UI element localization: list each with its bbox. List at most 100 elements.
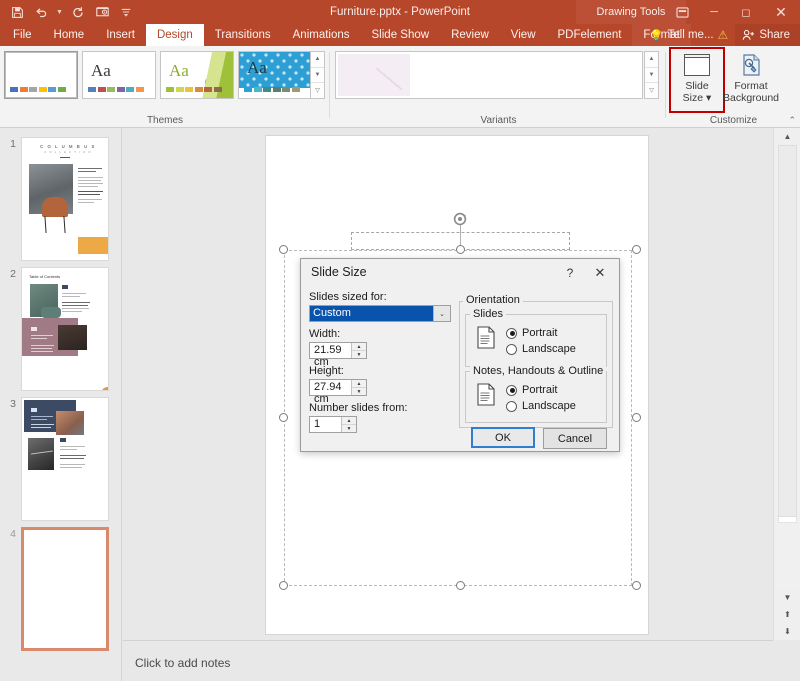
customize-qat-icon[interactable] [115, 2, 137, 22]
resize-handle-bottom-right[interactable] [632, 581, 641, 590]
height-value[interactable]: 27.94 cm [310, 380, 351, 405]
resize-handle-bottom-left[interactable] [279, 581, 288, 590]
cancel-button[interactable]: Cancel [543, 428, 607, 449]
radio-slides-landscape[interactable] [506, 343, 517, 355]
thumbnail-slide-3[interactable]: 3 [4, 397, 109, 521]
notes-landscape-option[interactable]: Landscape [506, 400, 576, 412]
vertical-scrollbar[interactable]: ▲ ▼ ⬆ ⬇ [773, 128, 800, 640]
notes-placeholder[interactable]: Click to add notes [135, 656, 230, 670]
variants-scroll-up-icon[interactable]: ▲ [645, 52, 658, 68]
theme-preview-text: Aa [169, 61, 189, 80]
theme-swatches [10, 87, 66, 92]
resize-handle-top-left[interactable] [279, 245, 288, 254]
variants-scroll-down-icon[interactable]: ▼ [645, 68, 658, 84]
redo-icon[interactable] [67, 2, 89, 22]
tab-slide-show[interactable]: Slide Show [361, 24, 441, 46]
width-value[interactable]: 21.59 cm [310, 343, 351, 368]
scroll-thumb[interactable] [778, 145, 797, 517]
notes-portrait-option[interactable]: Portrait [506, 384, 557, 396]
variants-gallery[interactable] [335, 51, 643, 99]
tab-animations[interactable]: Animations [282, 24, 361, 46]
next-slide-button[interactable]: ⬇ [774, 623, 800, 640]
slides-landscape-option[interactable]: Landscape [506, 343, 576, 355]
width-field[interactable]: 21.59 cm ▲ ▼ [309, 342, 367, 368]
undo-icon[interactable] [30, 2, 52, 22]
thumbnail-slide-2[interactable]: 2 Table of Contents [4, 267, 109, 391]
collapse-ribbon-icon[interactable]: ⌃ [788, 115, 796, 126]
share-button[interactable]: Share [735, 24, 800, 46]
tab-file[interactable]: File [2, 24, 43, 46]
slide1-divider [60, 157, 70, 158]
resize-handle-middle-right[interactable] [632, 413, 641, 422]
number-slides-from-field[interactable]: 1 ▲ ▼ [309, 416, 357, 433]
ribbon-display-options-icon[interactable] [666, 0, 698, 24]
dialog-title: Slide Size [311, 265, 367, 279]
resize-handle-top-center[interactable] [456, 245, 465, 254]
tell-me-box[interactable]: 💡 Tell me... ⚠ [643, 24, 735, 46]
scroll-down-button[interactable]: ▼ [774, 589, 800, 606]
number-slides-stepper[interactable]: ▲ ▼ [341, 417, 356, 432]
slide-thumbnail-pane[interactable]: 1 C O L U M B U S C O L L E C T I O N 2 … [0, 128, 122, 681]
theme-item-green[interactable]: Aa [160, 51, 234, 99]
number-slides-from-label: Number slides from: [309, 402, 408, 414]
number-slides-from-value[interactable]: 1 [310, 417, 341, 432]
thumbnail-preview[interactable]: C O L U M B U S C O L L E C T I O N [21, 137, 109, 261]
tab-design[interactable]: Design [145, 24, 204, 46]
chevron-down-icon[interactable]: ⌄ [433, 306, 450, 321]
thumbnail-preview[interactable] [21, 397, 109, 521]
radio-notes-landscape[interactable] [506, 400, 517, 412]
slide-size-icon [682, 53, 712, 77]
save-icon[interactable] [6, 2, 28, 22]
previous-slide-button[interactable]: ⬆ [774, 606, 800, 623]
scroll-up-button[interactable]: ▲ [774, 128, 800, 145]
tab-pdfelement[interactable]: PDFelement [547, 24, 633, 46]
theme-item-pattern[interactable]: Aa [238, 51, 312, 99]
ok-button[interactable]: OK [471, 427, 535, 448]
start-presentation-icon[interactable] [91, 2, 113, 22]
themes-more-icon[interactable]: ▽ [311, 83, 324, 98]
rotate-handle-icon[interactable] [452, 211, 468, 227]
thumbnail-preview-selected[interactable] [21, 527, 109, 651]
thumbnail-preview[interactable]: Table of Contents [21, 267, 109, 391]
theme-item-facet[interactable]: Aa [82, 51, 156, 99]
undo-dropdown-icon[interactable]: ▼ [54, 9, 65, 16]
slides-orientation-label: Slides [470, 308, 506, 320]
format-background-button[interactable]: Format Background [723, 49, 779, 111]
slide3-people-photo [56, 411, 84, 435]
resize-handle-bottom-center[interactable] [456, 581, 465, 590]
resize-handle-middle-left[interactable] [279, 413, 288, 422]
themes-scroll-up-icon[interactable]: ▲ [311, 52, 324, 68]
slides-portrait-option[interactable]: Portrait [506, 327, 557, 339]
slides-sized-for-combo[interactable]: Custom ⌄ [309, 305, 451, 322]
theme-swatches [88, 87, 144, 92]
radio-slides-portrait[interactable] [506, 327, 517, 339]
width-stepper[interactable]: ▲ ▼ [351, 343, 366, 358]
ribbon-right-actions: 💡 Tell me... ⚠ Share [643, 24, 800, 46]
format-background-label-line1: Format [734, 80, 768, 92]
tab-home[interactable]: Home [43, 24, 96, 46]
thumbnail-slide-1[interactable]: 1 C O L U M B U S C O L L E C T I O N [4, 137, 109, 261]
tab-insert[interactable]: Insert [95, 24, 146, 46]
theme-item-office[interactable] [4, 51, 78, 99]
radio-notes-portrait[interactable] [506, 384, 517, 396]
tab-review[interactable]: Review [440, 24, 500, 46]
thumbnail-slide-4[interactable]: 4 [4, 527, 109, 651]
tab-view[interactable]: View [500, 24, 547, 46]
restore-icon[interactable]: ◻ [730, 0, 762, 24]
resize-handle-top-right[interactable] [632, 245, 641, 254]
close-icon[interactable]: ✕ [762, 0, 800, 24]
variants-more-icon[interactable]: ▽ [645, 83, 658, 98]
notes-pane[interactable]: Click to add notes [123, 640, 773, 681]
width-increment-icon: ▲ [352, 343, 366, 351]
themes-scroll-down-icon[interactable]: ▼ [311, 68, 324, 84]
dialog-help-icon[interactable]: ? [561, 264, 579, 282]
variant-item-1[interactable] [338, 54, 410, 96]
height-stepper[interactable]: ▲ ▼ [351, 380, 366, 395]
slide-size-button[interactable]: Slide Size ▾ [669, 47, 725, 113]
warning-icon[interactable]: ⚠ [718, 28, 729, 42]
minimize-icon[interactable]: ─ [698, 0, 730, 24]
slide-size-dialog[interactable]: Slide Size ? ✕ Slides sized for: Custom … [300, 258, 620, 452]
dialog-close-icon[interactable]: ✕ [589, 264, 611, 282]
tab-transitions[interactable]: Transitions [204, 24, 282, 46]
height-field[interactable]: 27.94 cm ▲ ▼ [309, 379, 367, 405]
